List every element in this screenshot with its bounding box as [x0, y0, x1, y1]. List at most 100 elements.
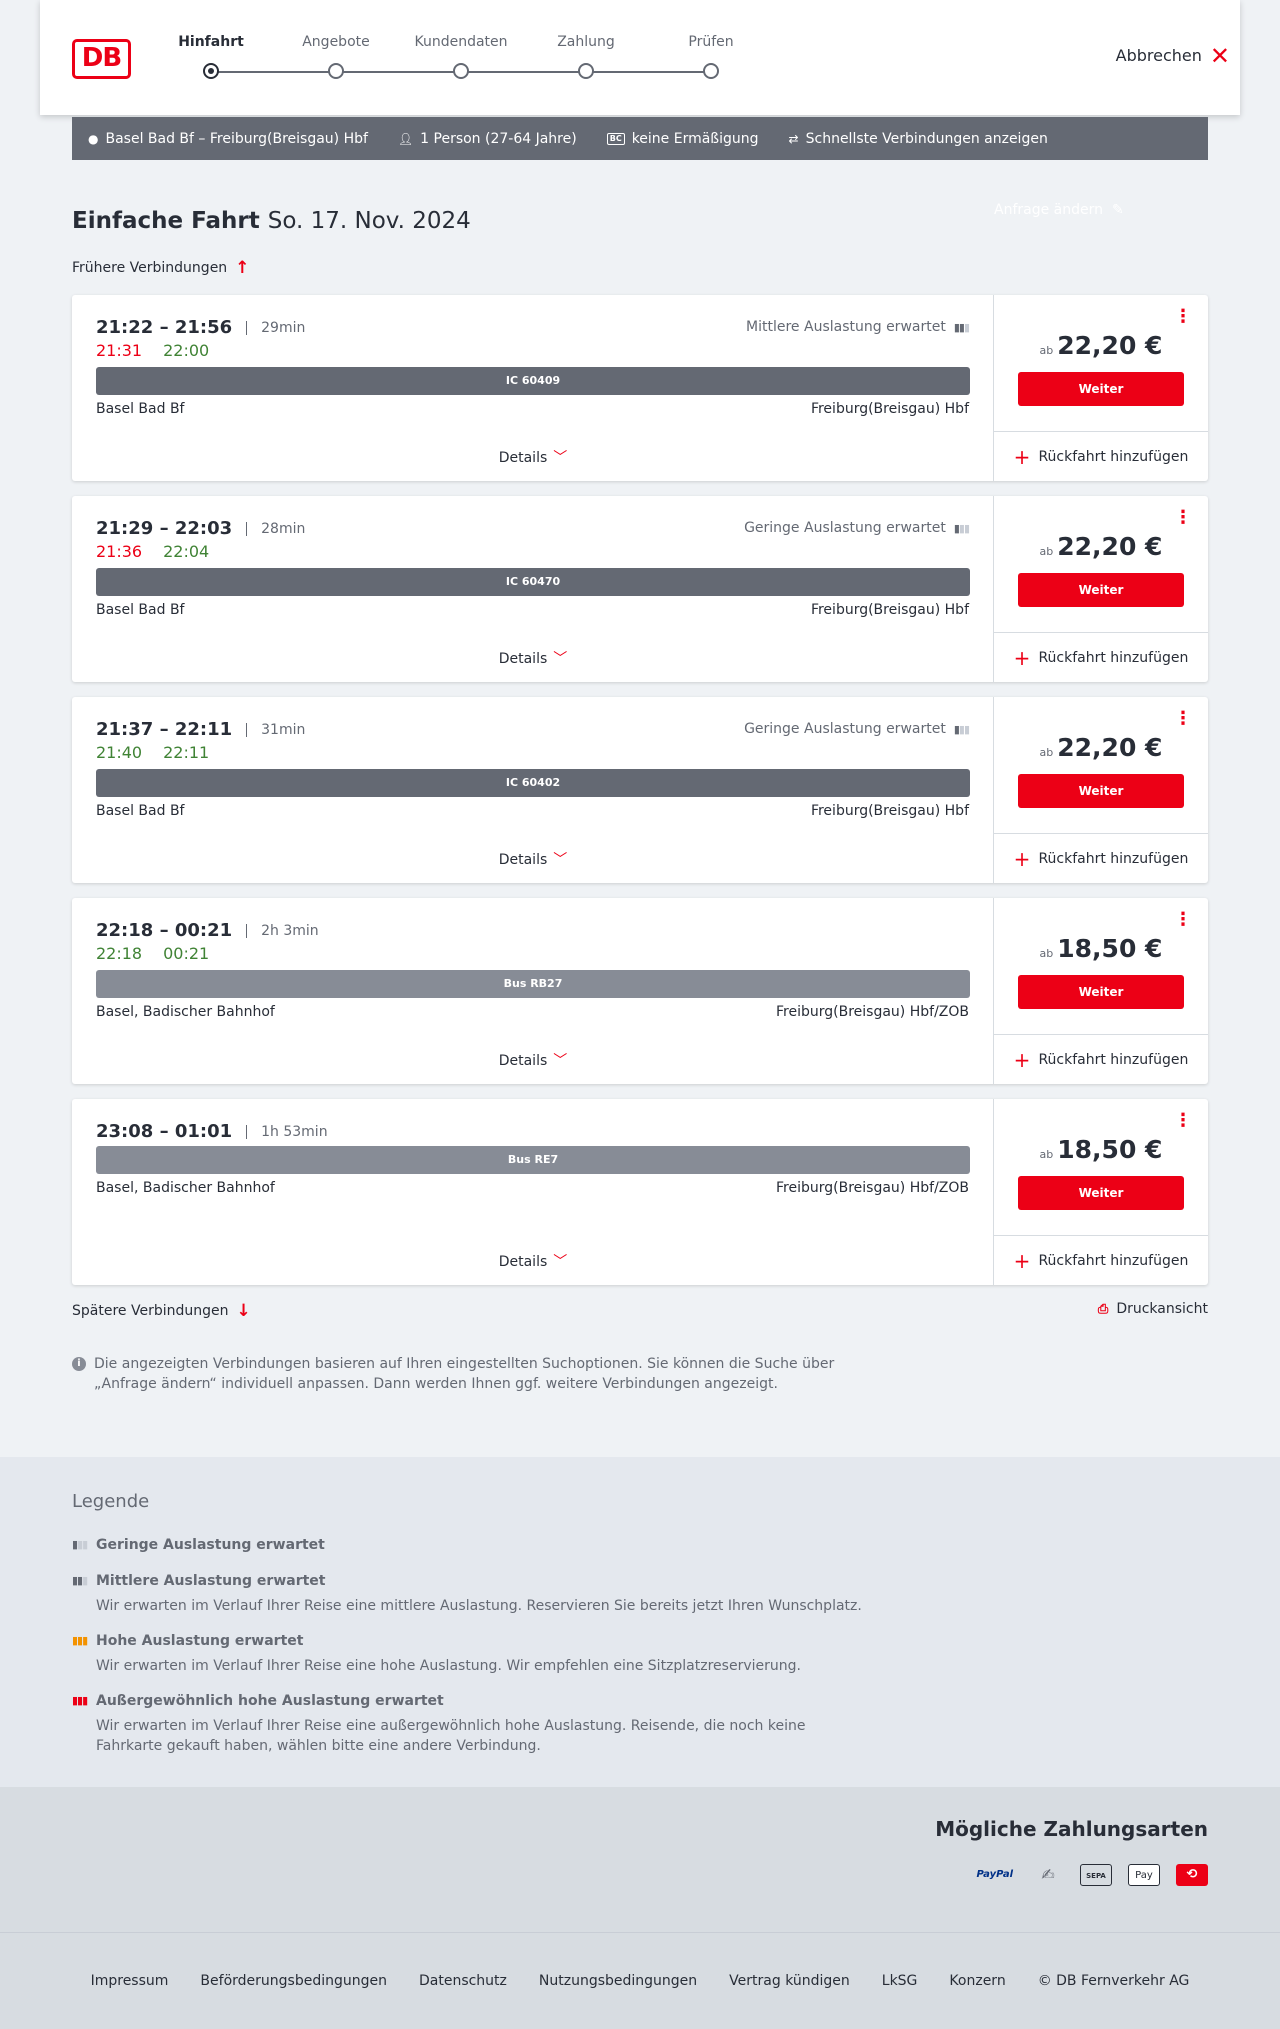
details-toggle[interactable]: Details ﹀: [72, 1050, 994, 1070]
destination-station: Freiburg(Breisgau) Hbf: [810, 401, 969, 417]
offer-panel: ⋮ ab 22,20 € Weiter + Rückfahrt hinzufügen: [994, 697, 1208, 883]
plus-icon: +: [1013, 645, 1031, 670]
continue-button[interactable]: Weiter: [1018, 573, 1184, 607]
details-toggle[interactable]: Details ﹀: [72, 648, 994, 668]
edit-query-label: Anfrage ändern: [994, 202, 1103, 218]
footer-link[interactable]: Vertrag kündigen: [729, 1973, 850, 1989]
payment-section: Mögliche Zahlungsarten PayPal ✍ SEPA Pay…: [0, 1787, 1280, 1932]
connection-info: 21:37 – 22:11 31min 21:40 22:11 Geringe Au…: [72, 697, 994, 883]
print-view-link[interactable]: ⎙ Druckansicht: [1098, 1301, 1208, 1317]
payment-title: Mögliche Zahlungsarten: [935, 1817, 1208, 1841]
load-high-icon: ▮▮▮: [72, 1634, 88, 1647]
continue-button[interactable]: Weiter: [1018, 975, 1184, 1009]
paypal-icon: PayPal: [976, 1869, 1013, 1880]
time-range: 21:29 – 22:03: [96, 518, 233, 539]
origin-station: Basel Bad Bf: [96, 401, 185, 417]
realtime-arrival: 22:00: [163, 341, 210, 360]
train-bar[interactable]: IC 60409: [96, 367, 970, 395]
offer-panel: ⋮ ab 22,20 € Weiter + Rückfahrt hinzufügen: [994, 295, 1208, 481]
planned-times: 22:18 – 00:21 2h 3min: [96, 920, 319, 941]
add-return-button[interactable]: + Rückfahrt hinzufügen: [994, 632, 1208, 682]
footer-link[interactable]: Konzern: [949, 1973, 1005, 1989]
pencil-icon: ✎: [1112, 202, 1124, 218]
footer-link[interactable]: Datenschutz: [419, 1973, 507, 1989]
later-connections-link[interactable]: Spätere Verbindungen ↓: [72, 1301, 251, 1321]
connection-info: 21:29 – 22:03 28min 21:36 22:04 Geringe Au…: [72, 496, 994, 682]
swap-arrows-icon: ⇄: [788, 131, 799, 146]
legend-item-title: Mittlere Auslastung erwartet: [96, 1573, 326, 1589]
details-toggle[interactable]: Details ﹀: [72, 849, 994, 869]
details-toggle[interactable]: Details ﹀: [72, 1251, 994, 1271]
plus-icon: +: [1013, 1047, 1031, 1072]
destination-station: Freiburg(Breisgau) Hbf: [810, 803, 969, 819]
connection-info: 23:08 – 01:01 1h 53min Bus RE7 Basel, Bad…: [72, 1099, 994, 1285]
realtime-times: 21:36 22:04: [96, 542, 230, 561]
load-indicator: Geringe Auslastung erwartet ▮▮▮: [744, 520, 970, 536]
earlier-connections-link[interactable]: Frühere Verbindungen ↑: [72, 258, 249, 278]
close-icon: ✕: [1209, 41, 1230, 70]
footer-link[interactable]: Beförderungsbedingungen: [200, 1973, 387, 1989]
chevron-down-icon: ﹀: [553, 1053, 568, 1069]
footer-link[interactable]: Impressum: [91, 1973, 169, 1989]
details-toggle[interactable]: Details ﹀: [72, 447, 994, 467]
train-bar[interactable]: IC 60402: [96, 769, 970, 797]
load-icon: ▮▮▮: [953, 521, 970, 535]
connection-card: 21:29 – 22:03 28min 21:36 22:04 Geringe Au…: [72, 496, 1208, 682]
step-zahlung: Zahlung: [557, 34, 615, 50]
load-indicator: Mittlere Auslastung erwartet ▮▮▮: [746, 319, 970, 335]
time-range: 23:08 – 01:01: [96, 1121, 233, 1142]
train-bar[interactable]: Bus RB27: [96, 970, 970, 998]
persons-summary: 👤︎ 1 Person (27-64 Jahre): [398, 131, 577, 147]
realtime-times: 21:31 22:00: [96, 341, 230, 360]
bahncard-icon: BC: [606, 132, 625, 145]
add-return-button[interactable]: + Rückfahrt hinzufügen: [994, 1034, 1208, 1084]
legend-item-desc: Wir erwarten im Verlauf Ihrer Reise eine…: [96, 1598, 862, 1614]
footer-link[interactable]: LkSG: [882, 1973, 918, 1989]
continue-button[interactable]: Weiter: [1018, 372, 1184, 406]
edit-query-button[interactable]: Anfrage ändern ✎: [994, 117, 1208, 303]
step-dot: [453, 63, 469, 79]
continue-button[interactable]: Weiter: [1018, 774, 1184, 808]
realtime-arrival: 00:21: [163, 944, 210, 963]
continue-button[interactable]: Weiter: [1018, 1176, 1184, 1210]
more-options-icon[interactable]: ⋮: [1174, 1112, 1192, 1130]
train-bar[interactable]: IC 60470: [96, 568, 970, 596]
db-logo[interactable]: DB: [72, 39, 131, 79]
load-text: Geringe Auslastung erwartet: [744, 721, 946, 737]
step-hinfahrt[interactable]: Hinfahrt: [151, 34, 271, 50]
duration: 28min: [246, 521, 305, 536]
add-return-label: Rückfahrt hinzufügen: [1038, 649, 1189, 666]
trip-type: Einfache Fahrt: [72, 208, 260, 234]
footer-link[interactable]: Nutzungsbedingungen: [539, 1973, 697, 1989]
cancel-button[interactable]: Abbrechen ✕: [1115, 41, 1240, 70]
more-options-icon[interactable]: ⋮: [1174, 308, 1192, 326]
origin-station: Basel Bad Bf: [96, 602, 185, 618]
details-label: Details: [498, 1254, 548, 1270]
realtime-arrival: 22:11: [163, 743, 210, 762]
step-dot: [703, 63, 719, 79]
duration: 29min: [246, 320, 305, 335]
add-return-button[interactable]: + Rückfahrt hinzufügen: [994, 833, 1208, 883]
cancel-label: Abbrechen: [1115, 46, 1202, 65]
step-dot-active: [203, 63, 219, 79]
destination-station: Freiburg(Breisgau) Hbf/ZOB: [776, 1004, 969, 1020]
add-return-button[interactable]: + Rückfahrt hinzufügen: [994, 431, 1208, 481]
db-voucher-icon: ⟲: [1176, 1864, 1208, 1886]
more-options-icon[interactable]: ⋮: [1174, 911, 1192, 929]
train-bar[interactable]: Bus RE7: [96, 1146, 970, 1174]
connection-card: 22:18 – 00:21 2h 3min 22:18 00:21 Bus RB27…: [72, 898, 1208, 1084]
card-pay-icon: ✍: [1041, 1865, 1055, 1884]
step-dot: [328, 63, 344, 79]
realtime-departure: 22:18: [96, 944, 143, 963]
chevron-down-icon: ﹀: [553, 651, 568, 667]
duration: 2h 3min: [246, 923, 319, 938]
load-icon: ▮▮▮: [953, 320, 970, 334]
more-options-icon[interactable]: ⋮: [1174, 509, 1192, 527]
legend-item-title: Außergewöhnlich hohe Auslastung erwartet: [96, 1693, 444, 1709]
add-return-button[interactable]: + Rückfahrt hinzufügen: [994, 1235, 1208, 1285]
more-options-icon[interactable]: ⋮: [1174, 710, 1192, 728]
earlier-label: Frühere Verbindungen: [72, 260, 228, 276]
connection-card: 23:08 – 01:01 1h 53min Bus RE7 Basel, Bad…: [72, 1099, 1208, 1285]
legend-title: Legende: [72, 1491, 150, 1512]
discount-summary: BC keine Ermäßigung: [606, 131, 759, 147]
